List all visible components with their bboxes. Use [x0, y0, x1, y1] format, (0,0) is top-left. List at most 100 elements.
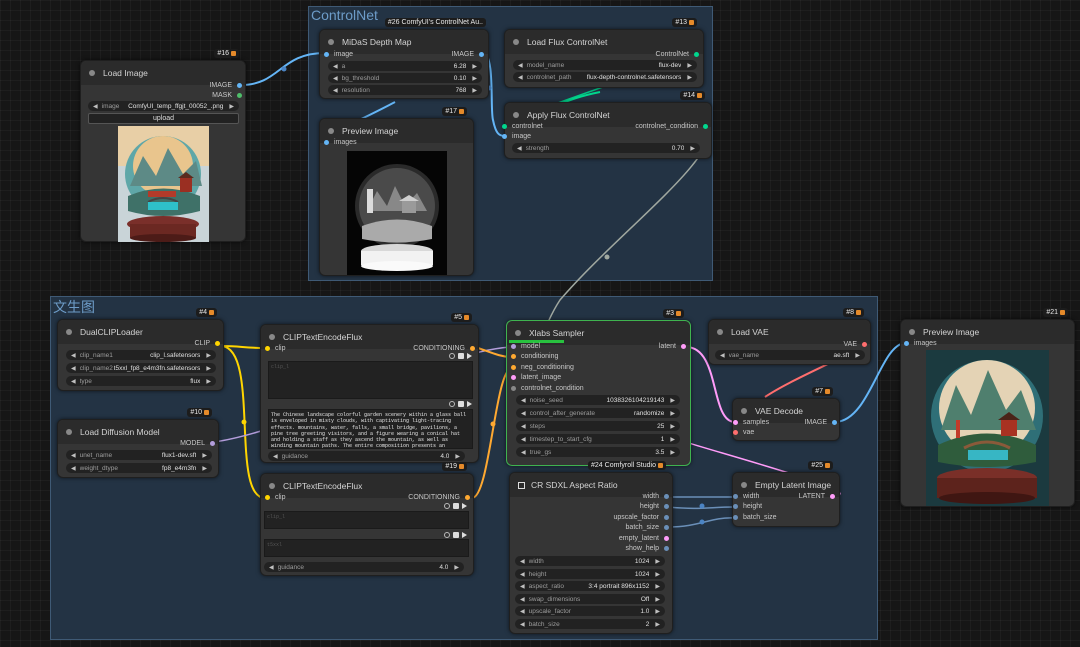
- widget-a[interactable]: ◀ a 6.28 ▶: [328, 61, 482, 71]
- output-model[interactable]: MODEL: [180, 440, 215, 447]
- widget-bg-threshold[interactable]: ◀ bg_threshold 0.10 ▶: [328, 73, 482, 83]
- t5xxl-prompt-textarea[interactable]: The Chinese landscape colorful garden sc…: [268, 409, 473, 449]
- widget-guidance[interactable]: ◀ guidance 4.0 ▶: [264, 562, 464, 572]
- input-batch-size[interactable]: batch_size: [733, 514, 776, 521]
- output-clip[interactable]: CLIP: [194, 340, 220, 347]
- output-conditioning[interactable]: CONDITIONING: [413, 345, 475, 352]
- node-apply-flux-controlnet[interactable]: #14 Apply Flux ControlNet controlnet ima…: [502, 91, 712, 159]
- widget-steps[interactable]: ◀ steps 25 ▶: [516, 421, 680, 431]
- collapse-dot[interactable]: [513, 39, 519, 45]
- input-neg-conditioning[interactable]: neg_conditioning: [511, 364, 574, 371]
- input-controlnet[interactable]: controlnet: [502, 123, 543, 130]
- output-image[interactable]: IMAGE: [209, 82, 242, 89]
- output-controlnet[interactable]: ControlNet: [656, 51, 699, 58]
- input-model[interactable]: model: [511, 343, 540, 350]
- node-load-flux-controlnet[interactable]: #13 Load Flux ControlNet ControlNet ◀ mod…: [504, 18, 704, 88]
- output-latent[interactable]: latent: [659, 343, 686, 350]
- collapse-dot[interactable]: [328, 39, 334, 45]
- collapse-dot[interactable]: [741, 482, 747, 488]
- widget-vae-name[interactable]: ◀ vae_name ae.sft ▶: [715, 350, 865, 360]
- collapse-dot[interactable]: [269, 483, 275, 489]
- widget-type[interactable]: ◀ type flux ▶: [66, 376, 216, 386]
- output-show-help[interactable]: show_help: [626, 545, 669, 552]
- widget-controlnet-path[interactable]: ◀ controlnet_path flux-depth-controlnet.sa…: [513, 72, 697, 82]
- textarea-controls[interactable]: [449, 353, 472, 359]
- output-image[interactable]: IMAGE: [804, 419, 837, 426]
- clip-l-textarea[interactable]: clip_l: [264, 511, 469, 529]
- widget-timestep-to-start-cfg[interactable]: ◀ timestep_to_start_cfg 1 ▶: [516, 434, 680, 444]
- collapse-dot[interactable]: [328, 128, 334, 134]
- widget-true-gs[interactable]: ◀ true_gs 3.5 ▶: [516, 447, 680, 457]
- collapse-dot[interactable]: [741, 408, 747, 414]
- textarea-controls[interactable]: [444, 532, 467, 538]
- node-clip-text-encode-negative[interactable]: #19 CLIPTextEncodeFlux clip CONDITIONING…: [260, 462, 474, 576]
- collapse-dot[interactable]: [66, 429, 72, 435]
- node-preview-depth[interactable]: #17 Preview Image images: [319, 107, 474, 276]
- image-select[interactable]: ◀ image ComfyUI_temp_ffgjt_00052_.png ▶: [88, 101, 239, 111]
- widget-swap-dimensions[interactable]: ◀ swap_dimensions Off ▶: [515, 594, 665, 604]
- output-height[interactable]: height: [640, 503, 669, 510]
- t5xxl-textarea[interactable]: t5xxl: [264, 539, 469, 557]
- input-width[interactable]: width: [733, 493, 759, 500]
- widget-upscale-factor[interactable]: ◀ upscale_factor 1.0 ▶: [515, 606, 665, 616]
- input-vae[interactable]: vae: [733, 429, 754, 436]
- output-mask[interactable]: MASK: [212, 92, 242, 99]
- collapse-dot[interactable]: [269, 334, 275, 340]
- output-controlnet-condition[interactable]: controlnet_condition: [635, 123, 708, 130]
- widget-batch-size[interactable]: ◀ batch_size 2 ▶: [515, 619, 665, 629]
- input-image[interactable]: image: [324, 51, 353, 58]
- output-conditioning[interactable]: CONDITIONING: [408, 494, 470, 501]
- widget-height[interactable]: ◀ height 1024 ▶: [515, 569, 665, 579]
- output-empty-latent[interactable]: empty_latent: [619, 535, 669, 542]
- input-image[interactable]: image: [502, 133, 531, 140]
- collapse-dot[interactable]: [515, 330, 521, 336]
- input-images[interactable]: images: [904, 340, 937, 347]
- input-clip[interactable]: clip: [265, 345, 286, 352]
- textarea-controls[interactable]: [444, 503, 467, 509]
- input-controlnet-condition[interactable]: controlnet_condition: [511, 385, 584, 392]
- widget-guidance[interactable]: ◀ guidance 4.0 ▶: [268, 451, 465, 461]
- arrow-left-icon[interactable]: ◀: [93, 103, 98, 110]
- node-load-vae[interactable]: #8 Load VAE VAE ◀ vae_name ae.sft ▶: [708, 308, 871, 365]
- arrow-right-icon[interactable]: ▶: [229, 103, 234, 110]
- widget-clip-name1[interactable]: ◀ clip_name1 clip_l.safetensors ▶: [66, 350, 216, 360]
- input-clip[interactable]: clip: [265, 494, 286, 501]
- output-width[interactable]: width: [643, 493, 669, 500]
- output-vae[interactable]: VAE: [844, 341, 867, 348]
- widget-strength[interactable]: ◀ strength 0.70 ▶: [512, 143, 700, 153]
- textarea-controls[interactable]: [449, 401, 472, 407]
- widget-resolution[interactable]: ◀ resolution 768 ▶: [328, 85, 482, 95]
- node-dual-clip-loader[interactable]: #4 DualCLIPLoader CLIP ◀ clip_name1 clip_l…: [57, 308, 224, 391]
- collapse-dot[interactable]: [89, 70, 95, 76]
- node-preview-final[interactable]: #21 Preview Image images: [900, 308, 1075, 507]
- checkbox-icon[interactable]: [518, 481, 525, 489]
- node-vae-decode[interactable]: #7 VAE Decode samples vae IMAGE: [732, 387, 840, 441]
- node-load-image[interactable]: #16 Load Image IMAGE MASK ◀ image ComfyU…: [80, 49, 246, 242]
- node-cr-sdxl-aspect-ratio[interactable]: #24 Comfyroll Studio CR SDXL Aspect Rati…: [509, 461, 673, 634]
- widget-unet-name[interactable]: ◀ unet_name flux1-dev.sft ▶: [66, 450, 212, 460]
- upload-button[interactable]: upload: [88, 113, 239, 124]
- collapse-dot[interactable]: [909, 329, 915, 335]
- collapse-dot[interactable]: [66, 329, 72, 335]
- output-upscale-factor[interactable]: upscale_factor: [613, 514, 669, 521]
- node-clip-text-encode-positive[interactable]: #5 CLIPTextEncodeFlux clip CONDITIONING …: [260, 313, 479, 463]
- input-height[interactable]: height: [733, 503, 762, 510]
- input-conditioning[interactable]: conditioning: [511, 353, 558, 360]
- output-image[interactable]: IMAGE: [451, 51, 484, 58]
- collapse-dot[interactable]: [717, 329, 723, 335]
- output-latent[interactable]: LATENT: [799, 493, 835, 500]
- node-xlabs-sampler[interactable]: #3 Xlabs Sampler model conditioning neg_…: [506, 309, 691, 466]
- node-empty-latent-image[interactable]: #25 Empty Latent Image width height batc…: [732, 461, 840, 527]
- output-batch-size[interactable]: batch_size: [626, 524, 669, 531]
- clip-l-textarea[interactable]: clip_l: [268, 361, 473, 399]
- widget-aspect-ratio[interactable]: ◀ aspect_ratio 3:4 portrait 896x1152 ▶: [515, 581, 665, 591]
- widget-control-after-generate[interactable]: ◀ control_after_generate randomize ▶: [516, 408, 680, 418]
- input-latent-image[interactable]: latent_image: [511, 374, 561, 381]
- widget-model-name[interactable]: ◀ model_name flux-dev ▶: [513, 60, 697, 70]
- node-load-diffusion-model[interactable]: #10 Load Diffusion Model MODEL ◀ unet_nam…: [57, 408, 219, 478]
- input-samples[interactable]: samples: [733, 419, 769, 426]
- widget-noise-seed[interactable]: ◀ noise_seed 1038326104219143 ▶: [516, 395, 680, 405]
- node-midas-depth[interactable]: #26 ComfyUI's ControlNet Au.. MiDaS Dept…: [319, 18, 489, 99]
- widget-width[interactable]: ◀ width 1024 ▶: [515, 556, 665, 566]
- input-images[interactable]: images: [324, 139, 357, 146]
